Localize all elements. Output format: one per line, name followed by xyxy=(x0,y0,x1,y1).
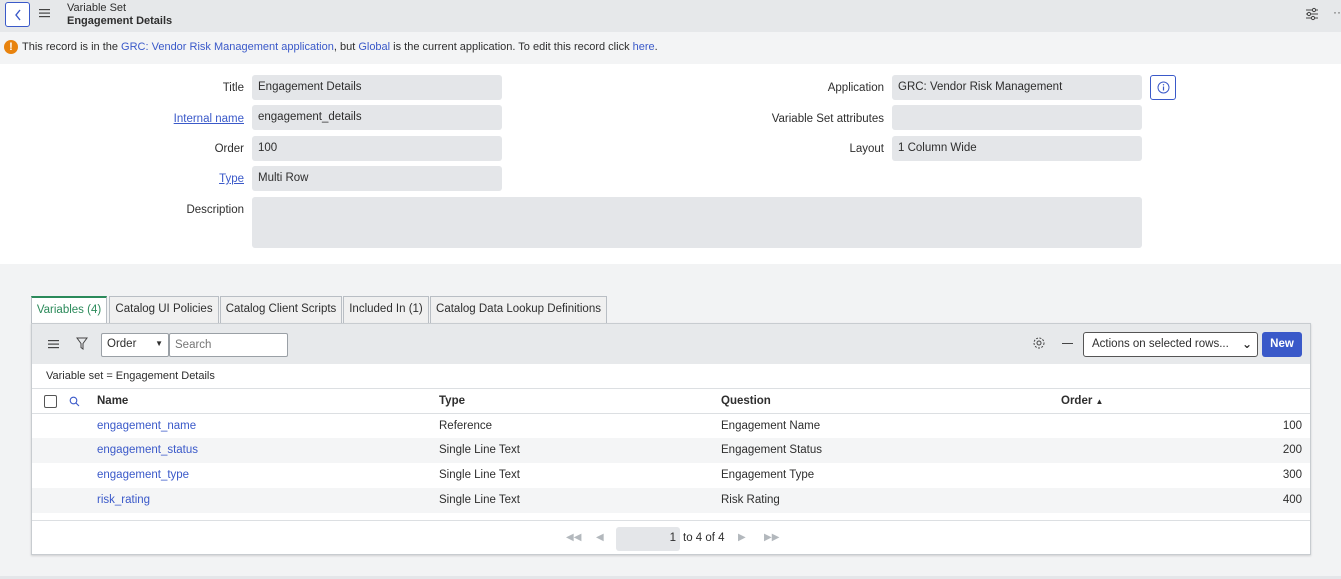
table-row: risk_rating Single Line Text Risk Rating… xyxy=(32,488,1310,513)
column-question[interactable]: Question xyxy=(721,395,771,407)
filter-icon[interactable] xyxy=(76,337,88,350)
form-header: Variable Set Engagement Details ··· xyxy=(0,0,1341,32)
record-name: Engagement Details xyxy=(67,15,173,27)
type-field[interactable]: Multi Row xyxy=(252,166,502,191)
column-name[interactable]: Name xyxy=(97,395,128,407)
notice-middle: , but xyxy=(333,41,359,53)
page-number-input[interactable]: 1 xyxy=(616,527,680,551)
row-name-link[interactable]: risk_rating xyxy=(97,494,150,506)
internal-name-field[interactable]: engagement_details xyxy=(252,105,502,130)
hamburger-menu-icon[interactable] xyxy=(39,8,50,18)
layout-field[interactable]: 1 Column Wide xyxy=(892,136,1142,161)
next-page-icon[interactable]: ▶ xyxy=(738,532,746,543)
row-question: Risk Rating xyxy=(721,494,780,506)
global-link[interactable]: Global xyxy=(358,41,390,53)
actions-on-selected-rows-select[interactable]: Actions on selected rows... ⌄ xyxy=(1083,332,1258,357)
row-question: Engagement Type xyxy=(721,469,815,481)
search-icon[interactable] xyxy=(69,396,80,407)
notice-text: This record is in the GRC: Vendor Risk M… xyxy=(22,41,658,53)
variables-related-list: Order ▼ Actions on selected rows... ⌄ Ne… xyxy=(31,323,1311,555)
row-order: 200 xyxy=(1282,444,1302,456)
variable-set-attributes-label: Variable Set attributes xyxy=(771,113,884,125)
caret-down-icon: ▼ xyxy=(155,339,163,348)
new-button[interactable]: New xyxy=(1262,332,1302,357)
row-order: 100 xyxy=(1282,420,1302,432)
table-row: engagement_name Reference Engagement Nam… xyxy=(32,414,1310,439)
row-question: Engagement Name xyxy=(721,420,821,432)
list-toolbar: Order ▼ Actions on selected rows... ⌄ Ne… xyxy=(32,324,1310,364)
row-name-link[interactable]: engagement_status xyxy=(97,444,198,456)
previous-page-icon[interactable]: ◀ xyxy=(596,532,604,543)
column-order-label: Order xyxy=(1061,395,1093,407)
actions-select-value: Actions on selected rows... xyxy=(1092,338,1229,350)
description-field[interactable] xyxy=(252,197,1142,248)
row-type: Single Line Text xyxy=(439,494,520,506)
row-type: Single Line Text xyxy=(439,444,520,456)
tab-catalog-data-lookup-definitions[interactable]: Catalog Data Lookup Definitions xyxy=(430,296,607,323)
notice-middle2: is the current application. To edit this… xyxy=(390,41,633,53)
select-all-checkbox[interactable] xyxy=(44,395,57,408)
row-order: 400 xyxy=(1282,494,1302,506)
sliders-settings-icon[interactable] xyxy=(1305,7,1319,21)
row-name-link[interactable]: engagement_name xyxy=(97,420,196,432)
table-row: engagement_type Single Line Text Engagem… xyxy=(32,463,1310,488)
row-order: 300 xyxy=(1282,469,1302,481)
description-label: Description xyxy=(186,204,244,216)
tab-catalog-client-scripts[interactable]: Catalog Client Scripts xyxy=(220,296,342,323)
more-options-icon[interactable]: ··· xyxy=(1333,6,1341,18)
type-label[interactable]: Type xyxy=(219,173,244,185)
application-link-name: GRC: Vendor Risk Management xyxy=(121,41,279,53)
info-icon xyxy=(1157,81,1169,94)
sort-ascending-icon: ▲ xyxy=(1095,397,1104,406)
layout-label: Layout xyxy=(849,143,884,155)
gear-icon[interactable] xyxy=(1032,336,1046,350)
search-field-select-value: Order xyxy=(107,338,137,350)
search-field-select[interactable]: Order ▼ xyxy=(101,333,169,357)
collapse-icon[interactable] xyxy=(1062,343,1073,344)
application-info-button[interactable] xyxy=(1150,75,1176,100)
edit-here-link[interactable]: here xyxy=(633,41,655,53)
application-link[interactable]: GRC: Vendor Risk Management application xyxy=(121,41,334,53)
application-link-suffix: application xyxy=(278,41,334,53)
tab-catalog-ui-policies[interactable]: Catalog UI Policies xyxy=(109,296,219,323)
filter-breadcrumb[interactable]: Variable set = Engagement Details xyxy=(46,370,215,382)
order-label: Order xyxy=(214,143,244,155)
row-question: Engagement Status xyxy=(721,444,823,456)
application-field[interactable]: GRC: Vendor Risk Management xyxy=(892,75,1142,100)
row-type: Single Line Text xyxy=(439,469,520,481)
page-range-text: to 4 of 4 xyxy=(683,532,725,544)
notice-end: . xyxy=(654,41,658,53)
application-scope-notice: ! This record is in the GRC: Vendor Risk… xyxy=(0,32,1341,64)
row-name-link[interactable]: engagement_type xyxy=(97,469,189,481)
order-field[interactable]: 100 xyxy=(252,136,502,161)
application-label: Application xyxy=(827,82,884,94)
last-page-icon[interactable]: ▶▶ xyxy=(764,532,779,543)
list-menu-icon[interactable] xyxy=(48,339,59,349)
title-label: Title xyxy=(222,82,244,94)
table-row: engagement_status Single Line Text Engag… xyxy=(32,438,1310,463)
row-type: Reference xyxy=(439,420,493,432)
internal-name-label[interactable]: Internal name xyxy=(174,113,244,125)
record-type: Variable Set xyxy=(67,2,127,14)
table-header: Name Type Question Order ▲ xyxy=(32,388,1310,414)
chevron-left-icon xyxy=(14,9,21,20)
warning-icon: ! xyxy=(4,40,18,54)
search-input[interactable] xyxy=(169,333,288,357)
record-title: Variable Set Engagement Details xyxy=(67,2,172,28)
chevron-down-icon: ⌄ xyxy=(1241,337,1252,351)
back-button[interactable] xyxy=(5,2,30,27)
column-order[interactable]: Order ▲ xyxy=(1061,395,1103,407)
variable-set-attributes-field[interactable] xyxy=(892,105,1142,130)
tab-included-in[interactable]: Included In (1) xyxy=(343,296,429,323)
notice-prefix: This record is in the xyxy=(22,41,122,53)
column-type[interactable]: Type xyxy=(439,395,465,407)
tab-variables[interactable]: Variables (4) xyxy=(31,296,107,324)
first-page-icon[interactable]: ◀◀ xyxy=(566,532,581,543)
title-field[interactable]: Engagement Details xyxy=(252,75,502,100)
list-pagination: ◀◀ ◀ 1 to 4 of 4 ▶ ▶▶ xyxy=(32,520,1310,554)
